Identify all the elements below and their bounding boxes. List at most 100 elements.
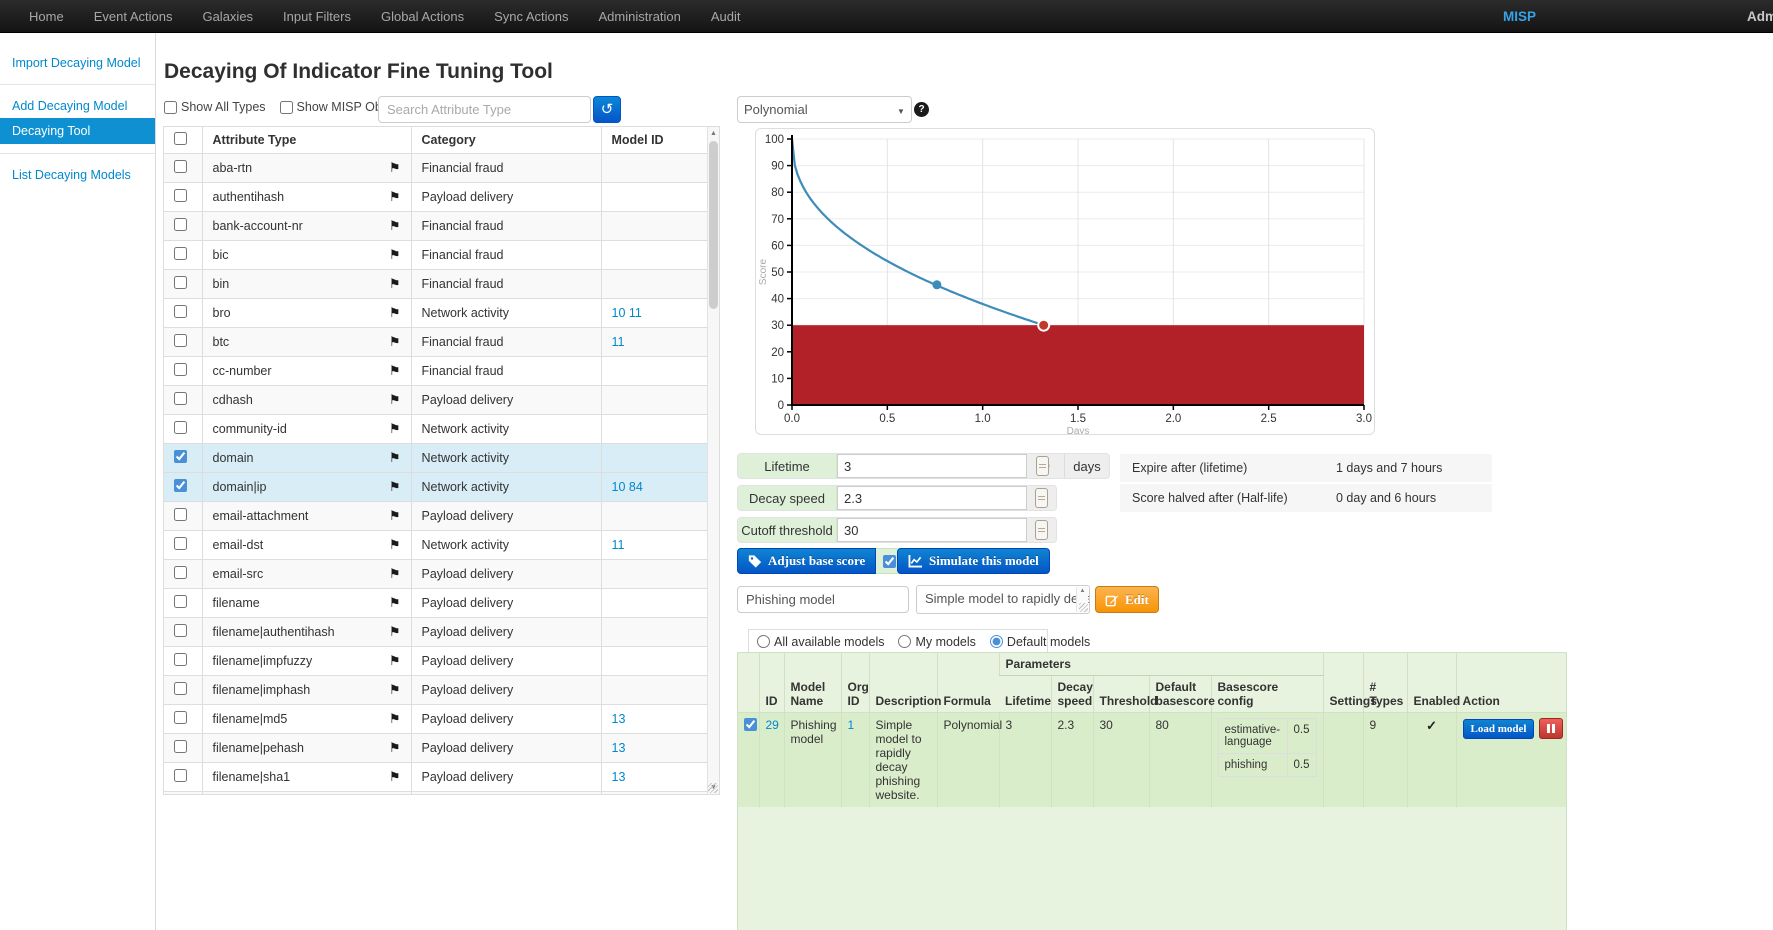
attribute-row-checkbox[interactable]	[174, 363, 187, 376]
lifetime-slider[interactable]	[1041, 454, 1050, 478]
attribute-row-checkbox[interactable]	[174, 421, 187, 434]
flag-icon[interactable]: ⚑	[389, 653, 401, 669]
attribute-row[interactable]: bro⚑ Network activity 10 11	[164, 298, 709, 327]
model-row-checkbox[interactable]	[744, 718, 757, 731]
scrollbar-thumb[interactable]	[709, 141, 718, 309]
flag-icon[interactable]: ⚑	[389, 450, 401, 466]
lifetime-input[interactable]	[837, 454, 1027, 478]
flag-icon[interactable]: ⚑	[389, 218, 401, 234]
attribute-row[interactable]: domain⚑ Network activity	[164, 443, 709, 472]
decay-speed-slider[interactable]	[1041, 486, 1042, 510]
attribute-row[interactable]: bin⚑ Financial fraud	[164, 269, 709, 298]
flag-icon[interactable]: ⚑	[389, 595, 401, 611]
attribute-row[interactable]: cdhash⚑ Payload delivery	[164, 385, 709, 414]
flag-icon[interactable]: ⚑	[389, 421, 401, 437]
simulate-model-button[interactable]: Simulate this model	[897, 548, 1050, 574]
attribute-model-ids[interactable]: 10 84	[612, 480, 643, 494]
attribute-row-checkbox[interactable]	[174, 276, 187, 289]
attribute-row-checkbox[interactable]	[174, 769, 187, 782]
flag-icon[interactable]: ⚑	[389, 334, 401, 350]
attribute-row-checkbox[interactable]	[174, 218, 187, 231]
attribute-row[interactable]: email-dst⚑ Network activity 11	[164, 530, 709, 559]
flag-icon[interactable]: ⚑	[389, 769, 401, 785]
attribute-row[interactable]: filename|md5⚑ Payload delivery 13	[164, 704, 709, 733]
textarea-resize-grip[interactable]	[1079, 603, 1088, 612]
attribute-row-checkbox[interactable]	[174, 740, 187, 753]
attribute-row[interactable]: filename|imphash⚑ Payload delivery	[164, 675, 709, 704]
decay-speed-input[interactable]	[837, 486, 1027, 510]
refresh-button[interactable]: ↺	[593, 96, 621, 123]
pause-model-button[interactable]	[1539, 718, 1563, 739]
attribute-row-checkbox[interactable]	[174, 160, 187, 173]
attribute-row[interactable]: bank-account-nr⚑ Financial fraud	[164, 211, 709, 240]
sidebar-item-decaying-tool[interactable]: Decaying Tool	[0, 118, 155, 144]
attribute-row[interactable]: filename|impfuzzy⚑ Payload delivery	[164, 646, 709, 675]
nav-item-input-filters[interactable]: Input Filters	[268, 0, 366, 33]
flag-icon[interactable]: ⚑	[389, 566, 401, 582]
attribute-row[interactable]: email-src⚑ Payload delivery	[164, 559, 709, 588]
show-all-types-checkbox[interactable]	[164, 101, 177, 114]
attribute-row-checkbox[interactable]	[174, 595, 187, 608]
nav-item-administration[interactable]: Administration	[584, 0, 696, 33]
flag-icon[interactable]: ⚑	[389, 479, 401, 495]
flag-icon[interactable]: ⚑	[389, 189, 401, 205]
attribute-row-checkbox[interactable]	[174, 682, 187, 695]
attribute-row-checkbox[interactable]	[174, 479, 187, 492]
adjust-base-score-button[interactable]: Adjust base score	[737, 548, 876, 574]
adjust-base-score-checkbox[interactable]	[883, 555, 896, 568]
nav-item-sync-actions[interactable]: Sync Actions	[479, 0, 583, 33]
slider-handle[interactable]	[1035, 520, 1048, 540]
flag-icon[interactable]: ⚑	[389, 537, 401, 553]
select-all-checkbox[interactable]	[174, 132, 187, 145]
cutoff-threshold-input[interactable]	[837, 518, 1027, 542]
table-resize-grip[interactable]	[708, 783, 718, 793]
attribute-row-checkbox[interactable]	[174, 450, 187, 463]
decay-chart-svg[interactable]: 01020304050607080901000.00.51.01.52.02.5…	[756, 129, 1374, 434]
model-id-link[interactable]: 29	[766, 718, 779, 732]
attribute-row[interactable]: domain|ip⚑ Network activity 10 84	[164, 472, 709, 501]
attribute-model-ids[interactable]: 11	[612, 538, 625, 552]
my-models-radio[interactable]	[898, 635, 911, 648]
attribute-model-ids[interactable]: 10 11	[612, 306, 642, 320]
default-models-radio[interactable]	[990, 635, 1003, 648]
attribute-row-checkbox[interactable]	[174, 653, 187, 666]
cutoff-threshold-slider[interactable]	[1041, 518, 1042, 542]
sidebar-item-list-decaying-models[interactable]: List Decaying Models	[0, 163, 155, 187]
sidebar-item-import-decaying-model[interactable]: Import Decaying Model	[0, 51, 155, 75]
flag-icon[interactable]: ⚑	[389, 682, 401, 698]
attribute-row-checkbox[interactable]	[174, 537, 187, 550]
attribute-row[interactable]: cc-number⚑ Financial fraud	[164, 356, 709, 385]
nav-item-event-actions[interactable]: Event Actions	[79, 0, 188, 33]
flag-icon[interactable]: ⚑	[389, 305, 401, 321]
nav-item-audit[interactable]: Audit	[696, 0, 756, 33]
all-models-radio[interactable]	[757, 635, 770, 648]
help-icon[interactable]: ?	[914, 102, 929, 117]
flag-icon[interactable]: ⚑	[389, 508, 401, 524]
nav-item-galaxies[interactable]: Galaxies	[187, 0, 268, 33]
attribute-row-checkbox[interactable]	[174, 334, 187, 347]
model-description-textarea[interactable]: Simple model to rapidly decay ▲	[916, 585, 1090, 614]
scroll-up-icon[interactable]: ▲	[708, 127, 719, 140]
flag-icon[interactable]: ⚑	[389, 276, 401, 292]
attribute-row-checkbox[interactable]	[174, 711, 187, 724]
attribute-row[interactable]: email-attachment⚑ Payload delivery	[164, 501, 709, 530]
attribute-row[interactable]: filename|sha1⚑ Payload delivery 13	[164, 762, 709, 791]
flag-icon[interactable]: ⚑	[389, 711, 401, 727]
attribute-model-ids[interactable]: 13	[612, 770, 626, 784]
slider-handle[interactable]	[1036, 456, 1049, 476]
nav-item-home[interactable]: Home	[14, 0, 79, 33]
model-row[interactable]: 29 Phishing model 1 Simple model to rapi…	[738, 713, 1567, 808]
misp-brand[interactable]: MISP	[1503, 0, 1536, 33]
attribute-model-ids[interactable]: 11	[612, 335, 625, 349]
flag-icon[interactable]: ⚑	[389, 363, 401, 379]
model-org-link[interactable]: 1	[848, 718, 855, 732]
attribute-row[interactable]	[164, 791, 709, 795]
nav-item-global-actions[interactable]: Global Actions	[366, 0, 479, 33]
attribute-row[interactable]: filename⚑ Payload delivery	[164, 588, 709, 617]
scroll-up-icon[interactable]: ▲	[1077, 588, 1088, 594]
attribute-row[interactable]: filename|authentihash⚑ Payload delivery	[164, 617, 709, 646]
attribute-row-checkbox[interactable]	[174, 508, 187, 521]
flag-icon[interactable]: ⚑	[389, 247, 401, 263]
show-misp-objects-checkbox[interactable]	[280, 101, 293, 114]
attribute-row-checkbox[interactable]	[174, 624, 187, 637]
